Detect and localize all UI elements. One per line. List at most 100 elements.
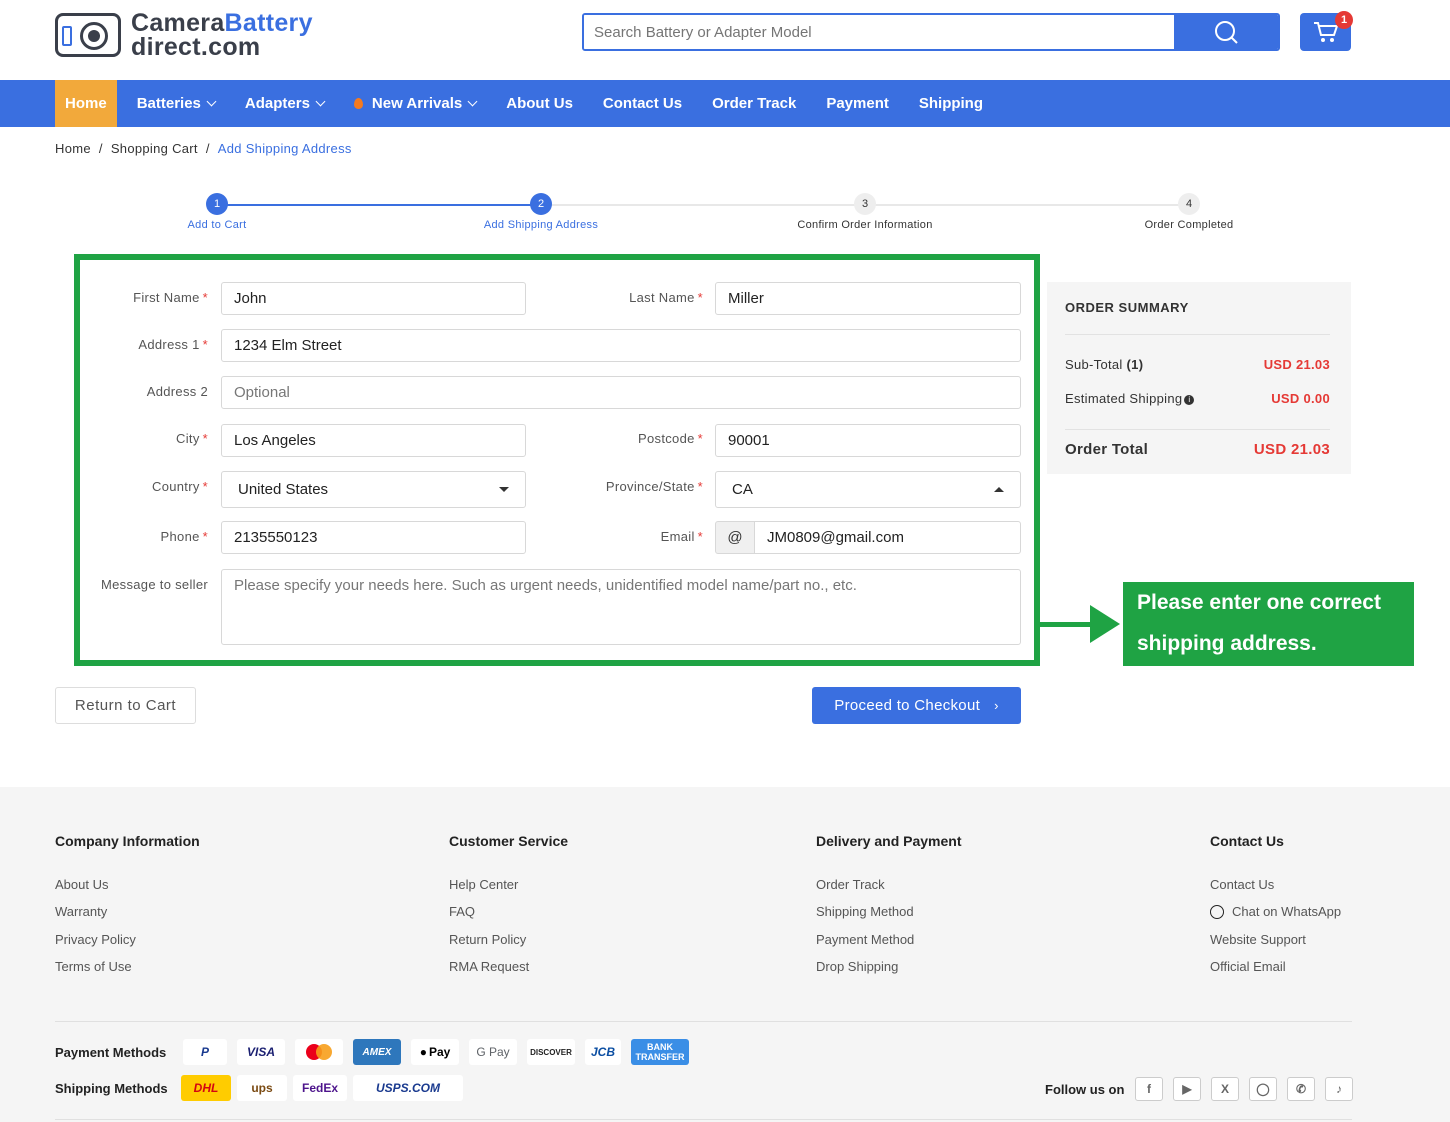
footer-link[interactable]: FAQ — [449, 898, 568, 925]
nav-batteries[interactable]: Batteries — [127, 80, 225, 127]
search-input[interactable] — [584, 15, 1174, 49]
chevron-down-icon — [315, 96, 326, 107]
shipping-value: USD 0.00 — [1271, 391, 1330, 406]
footer-link[interactable]: Privacy Policy — [55, 926, 200, 953]
footer-link[interactable]: Website Support — [1210, 926, 1341, 953]
caret-down-icon — [499, 487, 509, 492]
nav-contact-label: Contact Us — [602, 95, 683, 112]
tiktok-icon[interactable]: ♪ — [1325, 1077, 1353, 1101]
footer-link[interactable]: Official Email — [1210, 953, 1341, 980]
bank-transfer-icon: BANK TRANSFER — [631, 1039, 689, 1065]
footer-link[interactable]: Order Track — [816, 871, 962, 898]
footer-link[interactable]: Terms of Use — [55, 953, 200, 980]
footer-delivery-column: Delivery and Payment Order Track Shippin… — [816, 833, 962, 980]
search-button[interactable] — [1174, 15, 1278, 49]
city-field[interactable]: Los Angeles — [221, 424, 526, 457]
nav-adapters[interactable]: Adapters — [235, 80, 334, 127]
shipping-label: Estimated Shipping i — [1065, 391, 1195, 406]
step-3-label: Confirm Order Information — [797, 219, 933, 231]
footer-link[interactable]: Shipping Method — [816, 898, 962, 925]
paypal-icon: P — [183, 1039, 227, 1065]
state-select[interactable]: CA — [715, 471, 1021, 508]
email-at-addon: @ — [715, 521, 755, 554]
postcode-label: Postcode * — [638, 431, 703, 446]
footer-company-column: Company Information About Us Warranty Pr… — [55, 833, 200, 980]
nav-payment-label: Payment — [826, 95, 889, 112]
subtotal-label: Sub-Total (1) — [1065, 357, 1144, 372]
footer-link-whatsapp[interactable]: Chat on WhatsApp — [1210, 898, 1341, 925]
nav-shipping[interactable]: Shipping — [909, 80, 993, 127]
footer-link[interactable]: RMA Request — [449, 953, 568, 980]
subtotal-row: Sub-Total (1) USD 21.03 — [1065, 357, 1330, 372]
instagram-icon[interactable]: ◯ — [1249, 1077, 1277, 1101]
jcb-icon: JCB — [585, 1039, 621, 1065]
address1-field[interactable]: 1234 Elm Street — [221, 329, 1021, 362]
proceed-to-checkout-button[interactable]: Proceed to Checkout › — [812, 687, 1021, 724]
country-select[interactable]: United States — [221, 471, 526, 508]
message-textarea[interactable]: Please specify your needs here. Such as … — [221, 569, 1021, 645]
address2-field[interactable]: Optional — [221, 376, 1021, 409]
step-3-circle: 3 — [854, 193, 876, 215]
nav-contact[interactable]: Contact Us — [593, 80, 692, 127]
x-icon[interactable]: X — [1211, 1077, 1239, 1101]
footer-link[interactable]: Help Center — [449, 871, 568, 898]
whatsapp-icon — [1210, 904, 1224, 919]
fire-icon — [353, 98, 363, 109]
return-to-cart-button[interactable]: Return to Cart — [55, 687, 196, 724]
footer-link[interactable]: Return Policy — [449, 926, 568, 953]
footer-delivery-title: Delivery and Payment — [816, 833, 962, 849]
whatsapp-icon[interactable]: ✆ — [1287, 1077, 1315, 1101]
nav-order-track[interactable]: Order Track — [702, 80, 806, 127]
step-1-label: Add to Cart — [187, 219, 247, 231]
usps-icon: USPS.COM — [353, 1075, 463, 1101]
footer-bottom-divider — [55, 1119, 1352, 1120]
facebook-icon[interactable]: f — [1135, 1077, 1163, 1101]
main-nav: Home Batteries Adapters New Arrivals Abo… — [0, 80, 1450, 127]
nav-new-arrivals[interactable]: New Arrivals — [344, 80, 486, 127]
footer-link[interactable]: Warranty — [55, 898, 200, 925]
footer-company-title: Company Information — [55, 833, 200, 849]
breadcrumb-home[interactable]: Home — [55, 141, 91, 156]
country-select-value: United States — [238, 481, 329, 498]
message-label: Message to seller — [101, 577, 208, 592]
city-label: City * — [176, 431, 208, 446]
breadcrumb-cart[interactable]: Shopping Cart — [111, 141, 198, 156]
email-field[interactable]: JM0809@gmail.com — [754, 521, 1021, 554]
payment-methods-label: Payment Methods — [55, 1045, 167, 1060]
nav-about[interactable]: About Us — [496, 80, 583, 127]
logo-text-domain: direct.com — [131, 33, 261, 61]
postcode-field[interactable]: 90001 — [715, 424, 1021, 457]
proceed-label: Proceed to Checkout — [834, 697, 981, 714]
google-pay-icon: G Pay — [469, 1039, 517, 1065]
footer-link[interactable]: Contact Us — [1210, 871, 1341, 898]
nav-home-label: Home — [65, 95, 107, 112]
nav-adapters-label: Adapters — [244, 95, 310, 112]
site-logo[interactable]: CameraBattery direct.com — [55, 10, 345, 60]
nav-payment[interactable]: Payment — [816, 80, 899, 127]
amex-icon: AMEX — [353, 1039, 401, 1065]
phone-field[interactable]: 2135550123 — [221, 521, 526, 554]
last-name-field[interactable]: Miller — [715, 282, 1021, 315]
footer-contact-column: Contact Us Contact Us Chat on WhatsApp W… — [1210, 833, 1341, 980]
breadcrumb-separator: / — [98, 141, 103, 156]
step-4-label: Order Completed — [1144, 219, 1234, 231]
subtotal-value: USD 21.03 — [1263, 357, 1330, 372]
callout-line-1: Please enter one correct — [1137, 591, 1381, 614]
cart-button[interactable]: 1 — [1300, 11, 1353, 51]
nav-home[interactable]: Home — [55, 80, 117, 127]
callout-arrow-icon — [1090, 605, 1120, 643]
chevron-down-icon — [467, 96, 478, 107]
shipping-methods-list: DHL ups FedEx USPS.COM — [181, 1075, 463, 1101]
footer-contact-title: Contact Us — [1210, 833, 1284, 849]
footer-link[interactable]: Drop Shipping — [816, 953, 962, 980]
youtube-icon[interactable]: ▶ — [1173, 1077, 1201, 1101]
divider — [1065, 429, 1330, 430]
footer-service-column: Customer Service Help Center FAQ Return … — [449, 833, 568, 980]
footer-link[interactable]: Payment Method — [816, 926, 962, 953]
info-icon[interactable]: i — [1184, 395, 1195, 405]
footer-link[interactable]: About Us — [55, 871, 200, 898]
apple-pay-icon: ● Pay — [411, 1039, 459, 1065]
callout-line-2: shipping address. — [1137, 632, 1317, 655]
breadcrumb-current: Add Shipping Address — [217, 141, 352, 156]
first-name-field[interactable]: John — [221, 282, 526, 315]
